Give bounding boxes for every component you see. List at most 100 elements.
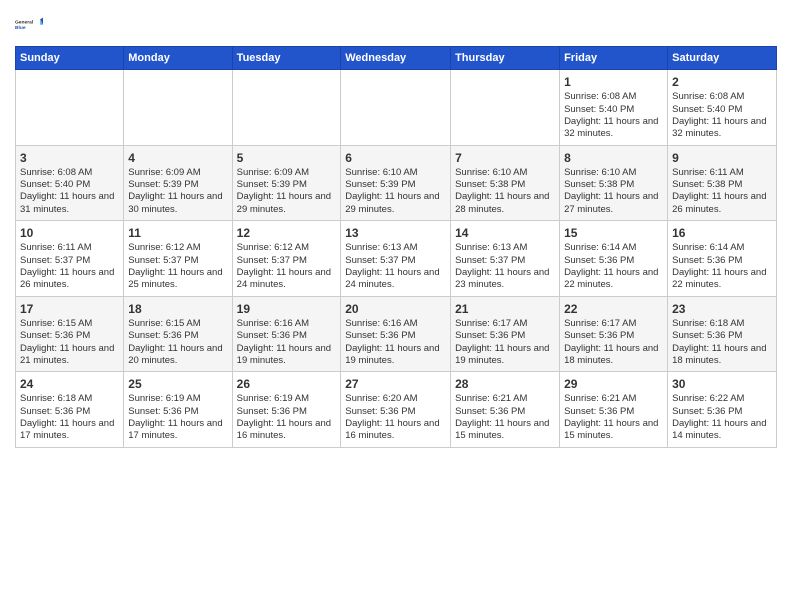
calendar-cell: 11Sunrise: 6:12 AM Sunset: 5:37 PM Dayli… — [124, 221, 232, 297]
calendar-cell: 17Sunrise: 6:15 AM Sunset: 5:36 PM Dayli… — [16, 296, 124, 372]
week-row-1: 1Sunrise: 6:08 AM Sunset: 5:40 PM Daylig… — [16, 70, 777, 146]
calendar-cell: 10Sunrise: 6:11 AM Sunset: 5:37 PM Dayli… — [16, 221, 124, 297]
calendar-cell: 18Sunrise: 6:15 AM Sunset: 5:36 PM Dayli… — [124, 296, 232, 372]
day-info: Sunrise: 6:16 AM Sunset: 5:36 PM Dayligh… — [237, 318, 337, 367]
day-info: Sunrise: 6:15 AM Sunset: 5:36 PM Dayligh… — [128, 318, 227, 367]
day-info: Sunrise: 6:11 AM Sunset: 5:38 PM Dayligh… — [672, 167, 772, 216]
calendar-cell — [341, 70, 451, 146]
calendar-cell: 28Sunrise: 6:21 AM Sunset: 5:36 PM Dayli… — [451, 372, 560, 448]
calendar-table: SundayMondayTuesdayWednesdayThursdayFrid… — [15, 46, 777, 448]
day-info: Sunrise: 6:18 AM Sunset: 5:36 PM Dayligh… — [672, 318, 772, 367]
weekday-header-tuesday: Tuesday — [232, 47, 341, 70]
day-number: 19 — [237, 301, 337, 317]
week-row-5: 24Sunrise: 6:18 AM Sunset: 5:36 PM Dayli… — [16, 372, 777, 448]
page: General Blue SundayMondayTuesdayWednesda… — [0, 0, 792, 458]
day-info: Sunrise: 6:13 AM Sunset: 5:37 PM Dayligh… — [345, 242, 446, 291]
calendar-cell: 16Sunrise: 6:14 AM Sunset: 5:36 PM Dayli… — [668, 221, 777, 297]
day-number: 5 — [237, 150, 337, 166]
weekday-header-saturday: Saturday — [668, 47, 777, 70]
week-row-4: 17Sunrise: 6:15 AM Sunset: 5:36 PM Dayli… — [16, 296, 777, 372]
calendar-cell: 7Sunrise: 6:10 AM Sunset: 5:38 PM Daylig… — [451, 145, 560, 221]
calendar-cell: 3Sunrise: 6:08 AM Sunset: 5:40 PM Daylig… — [16, 145, 124, 221]
logo-icon: General Blue — [15, 10, 43, 38]
day-info: Sunrise: 6:21 AM Sunset: 5:36 PM Dayligh… — [564, 393, 663, 442]
day-info: Sunrise: 6:12 AM Sunset: 5:37 PM Dayligh… — [237, 242, 337, 291]
calendar-cell: 4Sunrise: 6:09 AM Sunset: 5:39 PM Daylig… — [124, 145, 232, 221]
svg-text:General: General — [15, 19, 34, 25]
calendar-cell — [451, 70, 560, 146]
day-info: Sunrise: 6:11 AM Sunset: 5:37 PM Dayligh… — [20, 242, 119, 291]
weekday-header-monday: Monday — [124, 47, 232, 70]
day-info: Sunrise: 6:21 AM Sunset: 5:36 PM Dayligh… — [455, 393, 555, 442]
day-number: 4 — [128, 150, 227, 166]
calendar-cell: 20Sunrise: 6:16 AM Sunset: 5:36 PM Dayli… — [341, 296, 451, 372]
calendar-cell: 19Sunrise: 6:16 AM Sunset: 5:36 PM Dayli… — [232, 296, 341, 372]
day-number: 15 — [564, 225, 663, 241]
logo: General Blue — [15, 10, 43, 38]
day-info: Sunrise: 6:08 AM Sunset: 5:40 PM Dayligh… — [564, 91, 663, 140]
day-info: Sunrise: 6:17 AM Sunset: 5:36 PM Dayligh… — [564, 318, 663, 367]
day-number: 24 — [20, 376, 119, 392]
day-number: 16 — [672, 225, 772, 241]
day-info: Sunrise: 6:10 AM Sunset: 5:38 PM Dayligh… — [564, 167, 663, 216]
day-number: 8 — [564, 150, 663, 166]
day-info: Sunrise: 6:12 AM Sunset: 5:37 PM Dayligh… — [128, 242, 227, 291]
day-number: 21 — [455, 301, 555, 317]
day-number: 29 — [564, 376, 663, 392]
week-row-2: 3Sunrise: 6:08 AM Sunset: 5:40 PM Daylig… — [16, 145, 777, 221]
day-info: Sunrise: 6:16 AM Sunset: 5:36 PM Dayligh… — [345, 318, 446, 367]
day-info: Sunrise: 6:18 AM Sunset: 5:36 PM Dayligh… — [20, 393, 119, 442]
day-number: 12 — [237, 225, 337, 241]
day-info: Sunrise: 6:19 AM Sunset: 5:36 PM Dayligh… — [128, 393, 227, 442]
calendar-cell: 1Sunrise: 6:08 AM Sunset: 5:40 PM Daylig… — [560, 70, 668, 146]
day-info: Sunrise: 6:09 AM Sunset: 5:39 PM Dayligh… — [237, 167, 337, 216]
day-number: 13 — [345, 225, 446, 241]
svg-text:Blue: Blue — [15, 25, 26, 31]
calendar-cell: 6Sunrise: 6:10 AM Sunset: 5:39 PM Daylig… — [341, 145, 451, 221]
day-info: Sunrise: 6:08 AM Sunset: 5:40 PM Dayligh… — [672, 91, 772, 140]
calendar-cell: 9Sunrise: 6:11 AM Sunset: 5:38 PM Daylig… — [668, 145, 777, 221]
day-info: Sunrise: 6:15 AM Sunset: 5:36 PM Dayligh… — [20, 318, 119, 367]
day-number: 17 — [20, 301, 119, 317]
day-number: 6 — [345, 150, 446, 166]
calendar-cell: 13Sunrise: 6:13 AM Sunset: 5:37 PM Dayli… — [341, 221, 451, 297]
day-info: Sunrise: 6:22 AM Sunset: 5:36 PM Dayligh… — [672, 393, 772, 442]
day-number: 1 — [564, 74, 663, 90]
weekday-header-wednesday: Wednesday — [341, 47, 451, 70]
calendar-cell: 14Sunrise: 6:13 AM Sunset: 5:37 PM Dayli… — [451, 221, 560, 297]
calendar-cell: 8Sunrise: 6:10 AM Sunset: 5:38 PM Daylig… — [560, 145, 668, 221]
day-number: 10 — [20, 225, 119, 241]
day-number: 26 — [237, 376, 337, 392]
day-number: 14 — [455, 225, 555, 241]
weekday-header-thursday: Thursday — [451, 47, 560, 70]
calendar-cell: 24Sunrise: 6:18 AM Sunset: 5:36 PM Dayli… — [16, 372, 124, 448]
calendar-cell: 25Sunrise: 6:19 AM Sunset: 5:36 PM Dayli… — [124, 372, 232, 448]
day-number: 18 — [128, 301, 227, 317]
calendar-cell: 26Sunrise: 6:19 AM Sunset: 5:36 PM Dayli… — [232, 372, 341, 448]
day-number: 30 — [672, 376, 772, 392]
day-info: Sunrise: 6:14 AM Sunset: 5:36 PM Dayligh… — [564, 242, 663, 291]
day-info: Sunrise: 6:13 AM Sunset: 5:37 PM Dayligh… — [455, 242, 555, 291]
calendar-cell: 23Sunrise: 6:18 AM Sunset: 5:36 PM Dayli… — [668, 296, 777, 372]
day-number: 3 — [20, 150, 119, 166]
calendar-cell: 12Sunrise: 6:12 AM Sunset: 5:37 PM Dayli… — [232, 221, 341, 297]
calendar-cell: 2Sunrise: 6:08 AM Sunset: 5:40 PM Daylig… — [668, 70, 777, 146]
day-number: 27 — [345, 376, 446, 392]
calendar-cell: 21Sunrise: 6:17 AM Sunset: 5:36 PM Dayli… — [451, 296, 560, 372]
weekday-header-sunday: Sunday — [16, 47, 124, 70]
calendar-cell: 5Sunrise: 6:09 AM Sunset: 5:39 PM Daylig… — [232, 145, 341, 221]
day-number: 9 — [672, 150, 772, 166]
day-info: Sunrise: 6:17 AM Sunset: 5:36 PM Dayligh… — [455, 318, 555, 367]
calendar-cell: 15Sunrise: 6:14 AM Sunset: 5:36 PM Dayli… — [560, 221, 668, 297]
day-info: Sunrise: 6:10 AM Sunset: 5:39 PM Dayligh… — [345, 167, 446, 216]
calendar-cell: 27Sunrise: 6:20 AM Sunset: 5:36 PM Dayli… — [341, 372, 451, 448]
header: General Blue — [15, 10, 777, 38]
day-info: Sunrise: 6:10 AM Sunset: 5:38 PM Dayligh… — [455, 167, 555, 216]
day-info: Sunrise: 6:08 AM Sunset: 5:40 PM Dayligh… — [20, 167, 119, 216]
day-info: Sunrise: 6:20 AM Sunset: 5:36 PM Dayligh… — [345, 393, 446, 442]
calendar-cell — [124, 70, 232, 146]
calendar-cell: 22Sunrise: 6:17 AM Sunset: 5:36 PM Dayli… — [560, 296, 668, 372]
day-number: 7 — [455, 150, 555, 166]
calendar-cell — [16, 70, 124, 146]
day-number: 22 — [564, 301, 663, 317]
